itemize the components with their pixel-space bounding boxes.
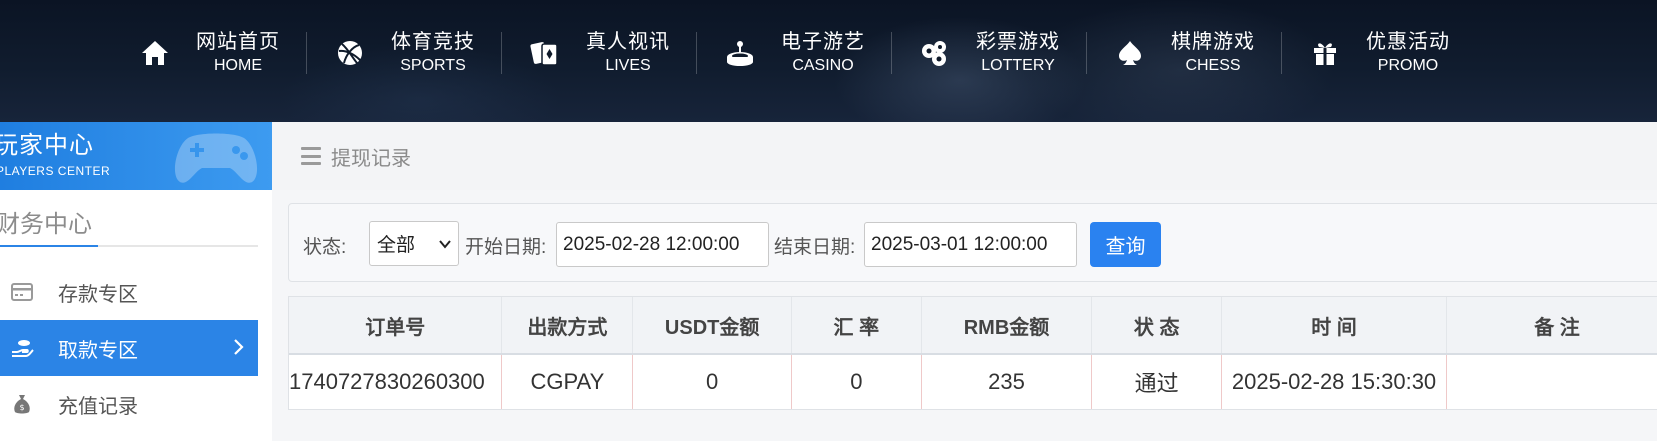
nav-label-cn: 网站首页	[196, 30, 280, 53]
sidebar-item-label: 取款专区	[58, 339, 138, 362]
nav-item-casino[interactable]: 电子游艺 CASINO	[696, 22, 908, 84]
chevron-right-icon	[234, 339, 244, 355]
sidebar: 玩家中心 PLAYERS CENTER 财务中心 存款专区 取款专区 $ 充值记…	[0, 122, 272, 441]
cell-payout-method: CGPAY	[501, 354, 634, 409]
cards-icon	[528, 36, 562, 70]
withdraw-hand-icon	[10, 336, 34, 360]
nav-label-en: SPORTS	[400, 56, 466, 74]
menu-icon[interactable]	[301, 147, 321, 165]
cell-order-no: 1740727830260300	[289, 354, 503, 409]
column-header-payout-method: 出款方式	[501, 297, 634, 355]
sidebar-item-recharge-records[interactable]: $ 充值记录	[0, 376, 258, 432]
nav-label-en: HOME	[214, 56, 262, 74]
query-button[interactable]: 查询	[1090, 222, 1161, 267]
nav-item-sports[interactable]: 体育竞技 SPORTS	[306, 22, 518, 84]
spade-icon	[1113, 36, 1147, 70]
player-center-header: 玩家中心 PLAYERS CENTER	[0, 122, 272, 190]
cell-status: 通过	[1091, 354, 1223, 409]
column-header-status: 状 态	[1091, 297, 1223, 355]
start-date-label: 开始日期:	[465, 237, 547, 258]
column-header-order-no: 订单号	[289, 297, 503, 355]
cell-remarks	[1447, 354, 1657, 409]
nav-label-cn: 彩票游戏	[976, 30, 1060, 53]
sidebar-item-label: 充值记录	[58, 395, 138, 418]
gift-icon	[1308, 36, 1342, 70]
nav-item-lottery[interactable]: 彩票游戏 LOTTERY	[891, 22, 1103, 84]
cell-rmb-amount: 235	[921, 354, 1093, 409]
column-header-remarks: 备 注	[1446, 297, 1657, 355]
table-header-row: 订单号 出款方式 USDT金额 汇 率 RMB金额 状 态 时 间 备 注	[289, 297, 1657, 355]
nav-label-en: PROMO	[1377, 56, 1439, 74]
nav-label-cn: 棋牌游戏	[1171, 30, 1255, 53]
page-title: 提现记录	[331, 147, 411, 170]
status-select[interactable]: 全部	[369, 221, 459, 266]
sidebar-item-deposit[interactable]: 存款专区	[0, 264, 258, 320]
player-center-title: 玩家中心	[0, 132, 94, 159]
nav-label-en: LIVES	[605, 56, 651, 74]
cell-time: 2025-02-28 15:30:30	[1221, 354, 1447, 409]
column-header-usdt-amount: USDT金额	[632, 297, 792, 355]
nav-label-cn: 真人视讯	[586, 30, 670, 53]
slot-machine-icon	[723, 36, 757, 70]
filter-panel: 状态: 全部 开始日期: 2025-02-28 12:00:00 结束日期: 2…	[288, 203, 1657, 282]
end-date-label: 结束日期:	[774, 237, 856, 258]
nav-item-lives[interactable]: 真人视讯 LIVES	[501, 22, 713, 84]
basketball-icon	[333, 36, 367, 70]
section-active-indicator	[0, 245, 98, 247]
nav-item-chess[interactable]: 棋牌游戏 CHESS	[1086, 22, 1298, 84]
start-date-input[interactable]: 2025-02-28 12:00:00	[556, 222, 769, 267]
gamepad-icon	[174, 133, 258, 183]
nav-item-promo[interactable]: 优惠活动 PROMO	[1281, 22, 1493, 84]
sidebar-item-withdraw[interactable]: 取款专区	[0, 320, 258, 376]
sidebar-item-label: 存款专区	[58, 283, 138, 306]
nav-item-home[interactable]: 网站首页 HOME	[128, 22, 323, 84]
top-nav-bar: 网站首页 HOME 体育竞技 SPORTS 真人视讯 LIVES 电子游艺 CA…	[0, 0, 1657, 122]
nav-label-cn: 优惠活动	[1366, 30, 1450, 53]
column-header-exchange-rate: 汇 率	[791, 297, 922, 355]
nav-label-en: CASINO	[792, 56, 854, 74]
home-icon	[138, 36, 172, 70]
nav-label-en: LOTTERY	[981, 56, 1055, 74]
cell-usdt-amount: 0	[632, 354, 792, 409]
status-label: 状态:	[303, 237, 347, 258]
table-row: 1740727830260300 CGPAY 0 0 235 通过 2025-0…	[289, 354, 1657, 409]
svg-text:$: $	[19, 403, 24, 412]
nav-label-cn: 电子游艺	[781, 30, 865, 53]
nav-label-cn: 体育竞技	[391, 30, 475, 53]
content-header: 提现记录	[272, 122, 1657, 190]
column-header-time: 时 间	[1221, 297, 1447, 355]
withdraw-records-table: 订单号 出款方式 USDT金额 汇 率 RMB金额 状 态 时 间 备 注 17…	[288, 296, 1657, 410]
finance-center-heading: 财务中心	[0, 211, 92, 238]
card-icon	[10, 280, 34, 304]
cell-exchange-rate: 0	[791, 354, 922, 409]
lottery-balls-icon	[918, 36, 952, 70]
player-center-subtitle: PLAYERS CENTER	[0, 164, 111, 178]
column-header-rmb-amount: RMB金额	[921, 297, 1093, 355]
status-select-value: 全部	[377, 235, 416, 256]
nav-label-en: CHESS	[1185, 56, 1241, 74]
money-bag-icon: $	[10, 392, 34, 416]
end-date-input[interactable]: 2025-03-01 12:00:00	[864, 222, 1077, 267]
chevron-down-icon	[439, 240, 451, 249]
main-nav: 网站首页 HOME 体育竞技 SPORTS 真人视讯 LIVES 电子游艺 CA…	[128, 22, 1493, 84]
